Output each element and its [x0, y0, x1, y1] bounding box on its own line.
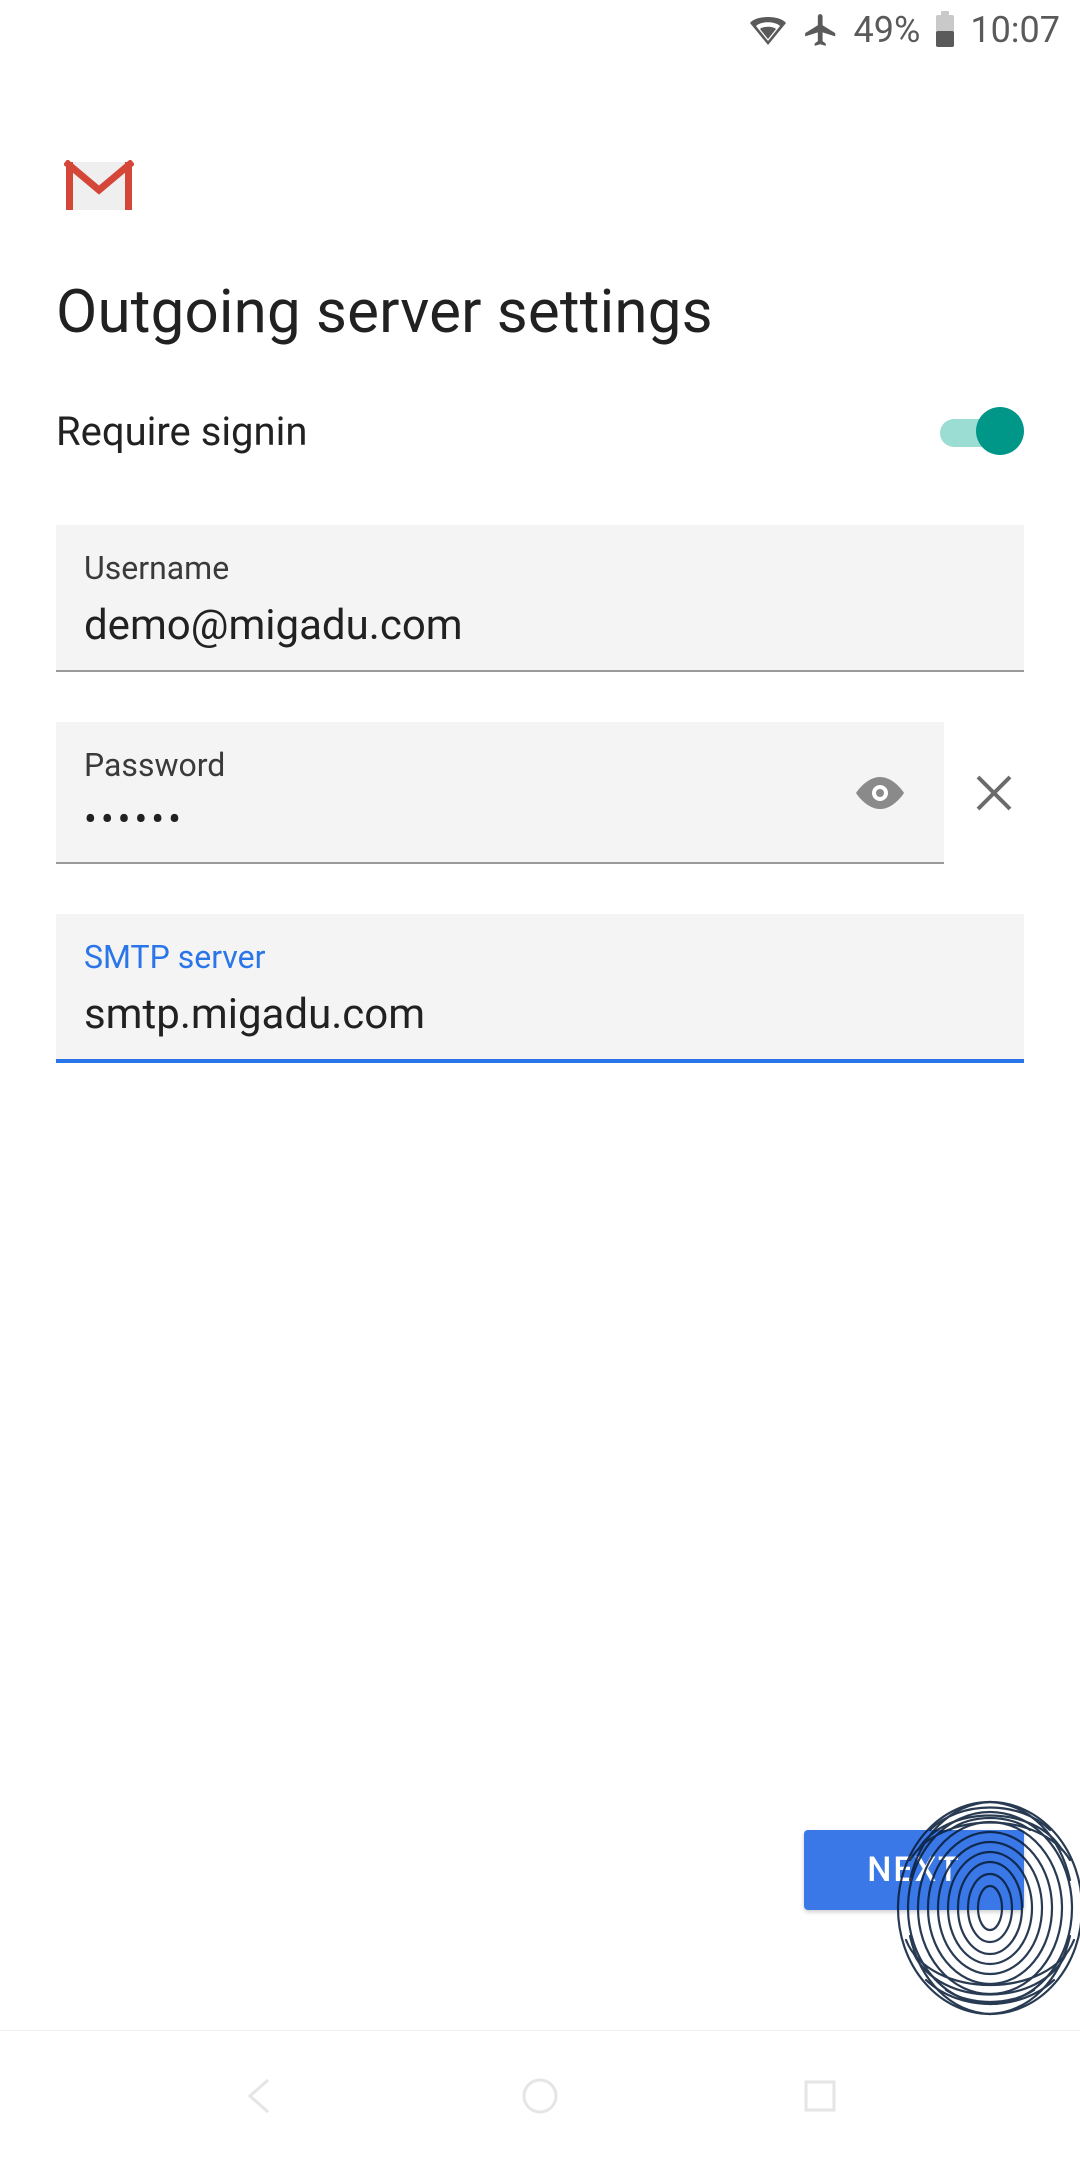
- require-signin-label: Require signin: [56, 408, 307, 455]
- username-input[interactable]: [84, 597, 996, 652]
- username-label: Username: [84, 549, 996, 587]
- require-signin-row: Require signin: [56, 407, 1024, 455]
- gmail-icon: [64, 160, 1024, 216]
- next-button-label: NEXT: [867, 1850, 961, 1890]
- navigation-bar: [0, 2030, 1080, 2160]
- nav-recent-icon[interactable]: [796, 2072, 844, 2120]
- clock-label: 10:07: [970, 9, 1060, 51]
- require-signin-toggle[interactable]: [940, 407, 1024, 455]
- main-content: Outgoing server settings Require signin …: [0, 60, 1080, 1063]
- username-field[interactable]: Username: [56, 525, 1024, 672]
- next-button[interactable]: NEXT: [804, 1830, 1024, 1910]
- status-bar: 49% 10:07: [0, 0, 1080, 60]
- password-field[interactable]: Password ••••••: [56, 722, 944, 864]
- smtp-server-input[interactable]: [84, 986, 996, 1041]
- password-label: Password: [84, 746, 844, 784]
- page-title: Outgoing server settings: [56, 276, 1024, 347]
- airplane-mode-icon: [802, 11, 840, 49]
- wifi-icon: [748, 13, 788, 47]
- nav-back-icon[interactable]: [236, 2072, 284, 2120]
- clear-password-icon[interactable]: [964, 771, 1024, 815]
- password-input[interactable]: ••••••: [84, 794, 844, 844]
- battery-icon: [934, 11, 956, 49]
- smtp-server-label: SMTP server: [84, 938, 996, 976]
- toggle-password-visibility-icon[interactable]: [844, 765, 916, 825]
- smtp-server-field[interactable]: SMTP server: [56, 914, 1024, 1063]
- battery-percentage-label: 49%: [854, 9, 921, 51]
- nav-home-icon[interactable]: [516, 2072, 564, 2120]
